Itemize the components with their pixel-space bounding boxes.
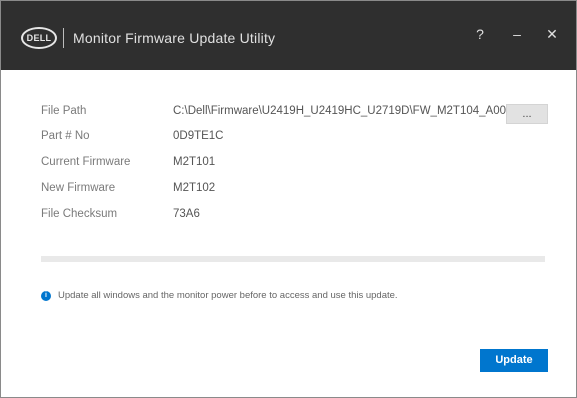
- update-button[interactable]: Update: [480, 349, 548, 372]
- title-bar: DELL Monitor Firmware Update Utility ? –…: [1, 1, 576, 70]
- new-firmware-value: M2T102: [173, 182, 216, 194]
- current-firmware-label: Current Firmware: [41, 156, 131, 168]
- help-button[interactable]: ?: [469, 23, 491, 45]
- part-number-value: 0D9TE1C: [173, 130, 224, 142]
- browse-button[interactable]: ...: [506, 104, 548, 124]
- file-checksum-label: File Checksum: [41, 208, 118, 220]
- close-button[interactable]: ✕: [541, 23, 563, 45]
- file-checksum-value: 73A6: [173, 208, 200, 220]
- progress-bar: [41, 256, 545, 262]
- window-title: Monitor Firmware Update Utility: [73, 30, 276, 46]
- info-message: Update all windows and the monitor power…: [58, 290, 398, 301]
- file-path-label: File Path: [41, 105, 87, 117]
- current-firmware-value: M2T101: [173, 156, 216, 168]
- new-firmware-label: New Firmware: [41, 182, 116, 194]
- minimize-button[interactable]: –: [506, 23, 528, 45]
- info-icon: i: [41, 291, 51, 301]
- file-path-value: C:\Dell\Firmware\U2419H_U2419HC_U2719D\F…: [173, 105, 545, 117]
- app-window: DELL Monitor Firmware Update Utility ? –…: [0, 0, 577, 398]
- title-separator: [63, 28, 64, 48]
- dell-logo: DELL: [21, 27, 57, 49]
- part-number-label: Part # No: [41, 130, 90, 142]
